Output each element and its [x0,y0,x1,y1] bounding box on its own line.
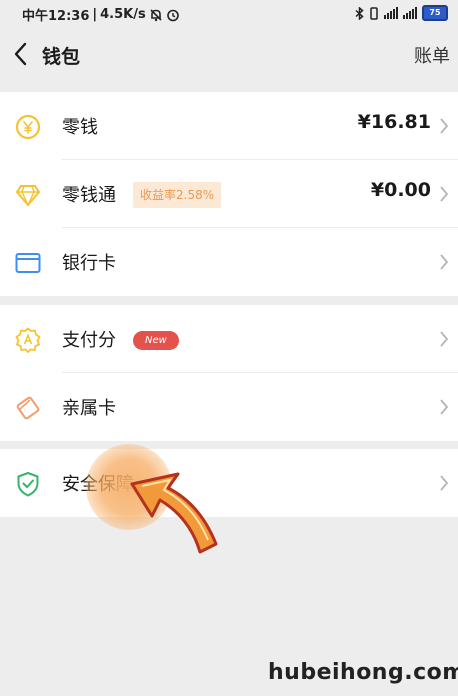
page-title: 钱包 [42,46,81,68]
watermark: hubeihong.com [268,660,458,685]
balance-value: ¥0.00 [370,179,431,201]
chevron-right-icon [440,475,449,491]
wallet-item-label: 零钱 [62,117,98,138]
vibrate-icon [370,6,378,20]
new-badge: New [133,331,179,350]
wallet-item-label: 银行卡 [62,253,116,274]
service-group: 支付分 New 亲属卡 [0,305,458,441]
status-time: 中午12:36 [22,9,90,24]
bluetooth-icon [355,6,364,20]
service-item-family-card[interactable]: 亲属卡 [0,373,458,441]
balance-value: ¥16.81 [357,111,431,133]
network-speed: 4.5K/s [100,7,146,22]
yuan-coin-icon [15,114,41,140]
wallet-item-label: 零钱通 [62,185,116,206]
pointer-arrow-icon [130,472,218,554]
balance-group: 零钱 ¥16.81 零钱通 收益率2.58% ¥0.00 银行卡 [0,92,458,296]
chevron-right-icon [440,331,449,347]
battery-icon: 75 [422,5,448,21]
payscore-badge-icon [15,327,41,353]
wallet-item-change[interactable]: 零钱 ¥16.81 [0,92,458,160]
nav-bar: 钱包 账单 [0,26,458,84]
chevron-right-icon [440,118,449,134]
back-arrow-icon[interactable] [10,40,32,68]
status-separator: | [92,7,98,22]
family-card-icon [16,396,40,420]
bank-card-icon [15,253,41,273]
mute-bell-icon [150,8,162,21]
yield-rate-badge: 收益率2.58% [133,182,222,208]
service-item-payscore[interactable]: 支付分 New [0,305,458,373]
security-item[interactable]: 安全保障 [0,449,458,517]
shield-check-icon [17,471,39,497]
chevron-right-icon [440,186,449,202]
diamond-icon [15,185,41,207]
chevron-right-icon [440,399,449,415]
security-group: 安全保障 [0,449,458,517]
wallet-item-lqt[interactable]: 零钱通 收益率2.58% ¥0.00 [0,160,458,228]
status-bar: 中午12:36 | 4.5K/s 75 [0,0,458,26]
service-item-label: 亲属卡 [62,398,116,419]
signal-strength-icon [384,7,398,19]
signal-strength-icon-2 [403,7,417,19]
chevron-right-icon [440,254,449,270]
wallet-item-bank-card[interactable]: 银行卡 [0,228,458,296]
bill-button[interactable]: 账单 [414,42,450,68]
alarm-clock-icon [166,9,179,21]
service-item-label: 支付分 [62,330,116,351]
